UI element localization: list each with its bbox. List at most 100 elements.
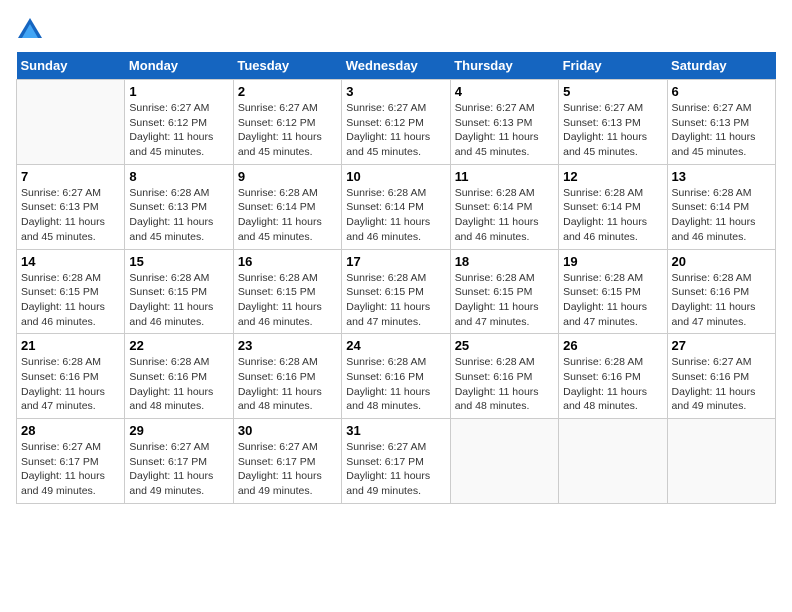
page-header [16, 16, 776, 44]
day-info: Sunrise: 6:28 AM Sunset: 6:14 PM Dayligh… [563, 186, 662, 245]
calendar-header: SundayMondayTuesdayWednesdayThursdayFrid… [17, 52, 776, 80]
day-number: 16 [238, 254, 337, 269]
day-info: Sunrise: 6:27 AM Sunset: 6:17 PM Dayligh… [129, 440, 228, 499]
week-row-1: 1 Sunrise: 6:27 AM Sunset: 6:12 PM Daylig… [17, 80, 776, 165]
day-info: Sunrise: 6:28 AM Sunset: 6:16 PM Dayligh… [563, 355, 662, 414]
header-day-monday: Monday [125, 52, 233, 80]
calendar-cell: 21 Sunrise: 6:28 AM Sunset: 6:16 PM Dayli… [17, 334, 125, 419]
calendar-cell: 16 Sunrise: 6:28 AM Sunset: 6:15 PM Dayli… [233, 249, 341, 334]
day-number: 7 [21, 169, 120, 184]
header-day-sunday: Sunday [17, 52, 125, 80]
week-row-3: 14 Sunrise: 6:28 AM Sunset: 6:15 PM Dayli… [17, 249, 776, 334]
calendar-cell: 25 Sunrise: 6:28 AM Sunset: 6:16 PM Dayli… [450, 334, 558, 419]
day-info: Sunrise: 6:27 AM Sunset: 6:16 PM Dayligh… [672, 355, 771, 414]
day-info: Sunrise: 6:28 AM Sunset: 6:15 PM Dayligh… [346, 271, 445, 330]
day-number: 26 [563, 338, 662, 353]
day-number: 10 [346, 169, 445, 184]
calendar-cell: 10 Sunrise: 6:28 AM Sunset: 6:14 PM Dayli… [342, 164, 450, 249]
calendar-cell: 31Sunrise: 6:27 AM Sunset: 6:17 PM Dayli… [342, 419, 450, 504]
day-info: Sunrise: 6:28 AM Sunset: 6:14 PM Dayligh… [455, 186, 554, 245]
day-number: 4 [455, 84, 554, 99]
calendar-cell: 14 Sunrise: 6:28 AM Sunset: 6:15 PM Dayli… [17, 249, 125, 334]
calendar-cell: 23Sunrise: 6:28 AM Sunset: 6:16 PM Dayli… [233, 334, 341, 419]
calendar-cell: 20Sunrise: 6:28 AM Sunset: 6:16 PM Dayli… [667, 249, 775, 334]
day-info: Sunrise: 6:28 AM Sunset: 6:16 PM Dayligh… [346, 355, 445, 414]
day-number: 19 [563, 254, 662, 269]
day-info: Sunrise: 6:28 AM Sunset: 6:16 PM Dayligh… [21, 355, 120, 414]
day-number: 17 [346, 254, 445, 269]
day-number: 29 [129, 423, 228, 438]
day-info: Sunrise: 6:28 AM Sunset: 6:15 PM Dayligh… [563, 271, 662, 330]
day-number: 2 [238, 84, 337, 99]
day-number: 21 [21, 338, 120, 353]
calendar-cell: 9Sunrise: 6:28 AM Sunset: 6:14 PM Daylig… [233, 164, 341, 249]
day-info: Sunrise: 6:27 AM Sunset: 6:13 PM Dayligh… [563, 101, 662, 160]
day-number: 28 [21, 423, 120, 438]
calendar-cell: 7 Sunrise: 6:27 AM Sunset: 6:13 PM Daylig… [17, 164, 125, 249]
day-number: 31 [346, 423, 445, 438]
day-info: Sunrise: 6:28 AM Sunset: 6:16 PM Dayligh… [672, 271, 771, 330]
calendar-cell: 8 Sunrise: 6:28 AM Sunset: 6:13 PM Daylig… [125, 164, 233, 249]
day-number: 27 [672, 338, 771, 353]
day-info: Sunrise: 6:28 AM Sunset: 6:14 PM Dayligh… [346, 186, 445, 245]
header-day-saturday: Saturday [667, 52, 775, 80]
day-number: 18 [455, 254, 554, 269]
week-row-5: 28 Sunrise: 6:27 AM Sunset: 6:17 PM Dayli… [17, 419, 776, 504]
day-info: Sunrise: 6:28 AM Sunset: 6:16 PM Dayligh… [238, 355, 337, 414]
day-info: Sunrise: 6:28 AM Sunset: 6:15 PM Dayligh… [129, 271, 228, 330]
week-row-4: 21 Sunrise: 6:28 AM Sunset: 6:16 PM Dayli… [17, 334, 776, 419]
calendar-cell: 27 Sunrise: 6:27 AM Sunset: 6:16 PM Dayli… [667, 334, 775, 419]
header-day-wednesday: Wednesday [342, 52, 450, 80]
day-number: 3 [346, 84, 445, 99]
calendar-cell: 22 Sunrise: 6:28 AM Sunset: 6:16 PM Dayli… [125, 334, 233, 419]
calendar-cell [450, 419, 558, 504]
header-day-tuesday: Tuesday [233, 52, 341, 80]
day-info: Sunrise: 6:28 AM Sunset: 6:15 PM Dayligh… [21, 271, 120, 330]
day-info: Sunrise: 6:27 AM Sunset: 6:12 PM Dayligh… [346, 101, 445, 160]
day-number: 22 [129, 338, 228, 353]
calendar-cell: 3 Sunrise: 6:27 AM Sunset: 6:12 PM Daylig… [342, 80, 450, 165]
day-number: 15 [129, 254, 228, 269]
calendar-cell [17, 80, 125, 165]
calendar-cell: 15 Sunrise: 6:28 AM Sunset: 6:15 PM Dayli… [125, 249, 233, 334]
logo [16, 16, 48, 44]
calendar-cell: 19 Sunrise: 6:28 AM Sunset: 6:15 PM Dayli… [559, 249, 667, 334]
logo-icon [16, 16, 44, 44]
calendar-cell [667, 419, 775, 504]
day-info: Sunrise: 6:28 AM Sunset: 6:15 PM Dayligh… [455, 271, 554, 330]
day-info: Sunrise: 6:28 AM Sunset: 6:15 PM Dayligh… [238, 271, 337, 330]
day-info: Sunrise: 6:27 AM Sunset: 6:13 PM Dayligh… [21, 186, 120, 245]
day-info: Sunrise: 6:28 AM Sunset: 6:14 PM Dayligh… [238, 186, 337, 245]
day-number: 6 [672, 84, 771, 99]
calendar-cell: 17 Sunrise: 6:28 AM Sunset: 6:15 PM Dayli… [342, 249, 450, 334]
day-number: 14 [21, 254, 120, 269]
day-number: 30 [238, 423, 337, 438]
day-info: Sunrise: 6:27 AM Sunset: 6:13 PM Dayligh… [672, 101, 771, 160]
day-info: Sunrise: 6:27 AM Sunset: 6:17 PM Dayligh… [238, 440, 337, 499]
day-info: Sunrise: 6:27 AM Sunset: 6:12 PM Dayligh… [238, 101, 337, 160]
day-info: Sunrise: 6:27 AM Sunset: 6:17 PM Dayligh… [21, 440, 120, 499]
calendar-cell: 24 Sunrise: 6:28 AM Sunset: 6:16 PM Dayli… [342, 334, 450, 419]
day-info: Sunrise: 6:28 AM Sunset: 6:16 PM Dayligh… [129, 355, 228, 414]
calendar-cell: 1 Sunrise: 6:27 AM Sunset: 6:12 PM Daylig… [125, 80, 233, 165]
day-number: 8 [129, 169, 228, 184]
calendar-cell: 28 Sunrise: 6:27 AM Sunset: 6:17 PM Dayli… [17, 419, 125, 504]
calendar-cell: 13Sunrise: 6:28 AM Sunset: 6:14 PM Dayli… [667, 164, 775, 249]
calendar-cell: 26 Sunrise: 6:28 AM Sunset: 6:16 PM Dayli… [559, 334, 667, 419]
day-number: 5 [563, 84, 662, 99]
day-info: Sunrise: 6:27 AM Sunset: 6:13 PM Dayligh… [455, 101, 554, 160]
day-number: 12 [563, 169, 662, 184]
calendar-cell: 11Sunrise: 6:28 AM Sunset: 6:14 PM Dayli… [450, 164, 558, 249]
day-info: Sunrise: 6:28 AM Sunset: 6:16 PM Dayligh… [455, 355, 554, 414]
calendar-cell: 29 Sunrise: 6:27 AM Sunset: 6:17 PM Dayli… [125, 419, 233, 504]
calendar-cell: 4 Sunrise: 6:27 AM Sunset: 6:13 PM Daylig… [450, 80, 558, 165]
day-info: Sunrise: 6:27 AM Sunset: 6:12 PM Dayligh… [129, 101, 228, 160]
calendar-cell: 18 Sunrise: 6:28 AM Sunset: 6:15 PM Dayli… [450, 249, 558, 334]
day-number: 25 [455, 338, 554, 353]
day-info: Sunrise: 6:28 AM Sunset: 6:14 PM Dayligh… [672, 186, 771, 245]
header-day-thursday: Thursday [450, 52, 558, 80]
day-info: Sunrise: 6:28 AM Sunset: 6:13 PM Dayligh… [129, 186, 228, 245]
day-number: 24 [346, 338, 445, 353]
day-number: 1 [129, 84, 228, 99]
calendar-cell: 2 Sunrise: 6:27 AM Sunset: 6:12 PM Daylig… [233, 80, 341, 165]
